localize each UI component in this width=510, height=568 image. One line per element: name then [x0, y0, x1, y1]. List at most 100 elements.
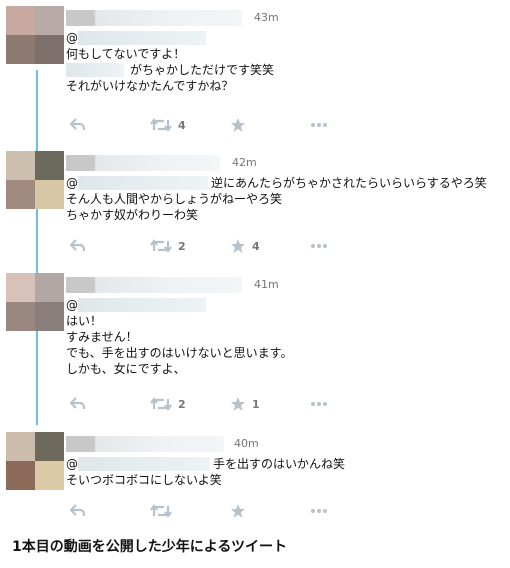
tweet-line: ちゃかす奴がわりーわ笑	[66, 208, 199, 222]
favorite-button[interactable]: 1	[230, 395, 260, 413]
more-button[interactable]	[310, 237, 328, 255]
avatar[interactable]	[6, 273, 64, 331]
reply-icon	[70, 118, 86, 131]
mention-line-with-text: @ 逆にあんたらがちゃかされたらいらいらするやろ笑	[66, 175, 487, 191]
avatar-tile	[6, 35, 35, 64]
tweet-actions: 4	[70, 116, 370, 134]
avatar-tile	[35, 302, 64, 331]
avatar-tile	[6, 6, 35, 35]
avatar-tile	[6, 302, 35, 331]
tweet-line: すみません！	[66, 330, 138, 344]
avatar-tile	[35, 273, 64, 302]
tweet-line: しかも、女にですよ、	[66, 362, 186, 376]
favorite-button[interactable]	[230, 116, 252, 134]
tweet-line: 何もしてないですよ！	[66, 47, 186, 61]
tweet-timestamp[interactable]: 42m	[232, 156, 257, 169]
tweet-line: そん人も人間やからしょうがねーやろ笑	[66, 192, 283, 206]
more-button[interactable]	[310, 395, 328, 413]
avatar-tile	[35, 461, 64, 490]
avatar[interactable]	[6, 151, 64, 209]
reply-button[interactable]	[70, 237, 86, 255]
tweet-line: でも、手を出すのはいけないと思います。	[66, 346, 293, 360]
reply-icon	[70, 239, 86, 252]
tweet-line-with-redaction: がちゃかしただけです笑笑	[66, 62, 274, 78]
reply-button[interactable]	[70, 116, 86, 134]
mention-at: @	[66, 31, 78, 45]
mention-at[interactable]: @	[66, 457, 78, 471]
mention-line[interactable]: @	[66, 30, 274, 46]
tweet-actions: 2 4	[70, 237, 370, 255]
tweet-header: 41m	[66, 277, 366, 295]
more-dots-icon	[311, 123, 327, 127]
user-name-redacted[interactable]	[66, 155, 220, 171]
tweet-text: @ 何もしてないですよ！ がちゃかしただけです笑笑 それがいけなかたんですかね？	[66, 30, 274, 94]
tweet-line: そいつボコボコにしないよ笑	[66, 473, 222, 487]
tweet-line: はい！	[66, 314, 103, 328]
more-button[interactable]	[310, 116, 328, 134]
favorite-button[interactable]	[230, 502, 246, 520]
tweet-text: @ 手を出すのはいかんね笑 そいつボコボコにしないよ笑	[66, 456, 345, 488]
tweet-line: それがいけなかたんですかね？	[66, 79, 234, 93]
name-redacted	[66, 63, 124, 77]
tweet-2: 42m @ 逆にあんたらがちゃかされたらいらいらするやろ笑 そん人も人間やからしょ…	[0, 151, 510, 261]
retweet-icon	[150, 397, 172, 411]
mention-line-with-text: @ 手を出すのはいかんね笑	[66, 456, 345, 472]
image-caption: 1本目の動画を公開した少年によるツイート	[12, 539, 288, 555]
avatar-tile	[6, 432, 35, 461]
user-name-redacted[interactable]	[66, 277, 242, 293]
retweet-button[interactable]: 2	[150, 237, 186, 255]
favorite-count: 1	[252, 397, 260, 411]
reply-button[interactable]	[70, 395, 86, 413]
favorite-button[interactable]: 4	[230, 237, 260, 255]
tweet-timestamp[interactable]: 40m	[234, 437, 259, 450]
tweet-line-text: 手を出すのはいかんね笑	[213, 457, 346, 471]
tweet-header: 43m	[66, 10, 366, 28]
avatar-tile	[6, 151, 35, 180]
tweet-timestamp[interactable]: 43m	[254, 11, 279, 24]
star-icon	[231, 239, 245, 253]
retweet-button[interactable]: 4	[150, 116, 186, 134]
retweet-icon	[150, 118, 172, 132]
retweet-icon	[150, 504, 172, 518]
tweet-3: 41m @ はい！ すみません！ でも、手を出すのはいけないと思います。 しかも…	[0, 273, 510, 418]
reply-icon	[70, 504, 86, 517]
retweet-button[interactable]	[150, 502, 172, 520]
more-dots-icon	[311, 509, 327, 513]
reply-icon	[70, 397, 86, 410]
more-dots-icon	[311, 402, 327, 406]
avatar-tile	[35, 432, 64, 461]
retweet-icon	[150, 239, 172, 253]
favorite-count: 4	[252, 239, 260, 253]
more-button[interactable]	[310, 502, 328, 520]
user-name-redacted[interactable]	[66, 10, 242, 26]
tweet-1: 43m @ 何もしてないですよ！ がちゃかしただけです笑笑 それがいけなかたんで…	[0, 6, 510, 136]
reply-button[interactable]	[70, 502, 86, 520]
avatar-tile	[6, 273, 35, 302]
tweet-timestamp[interactable]: 41m	[254, 278, 279, 291]
star-icon	[231, 504, 245, 518]
mention-at: @	[66, 298, 78, 312]
user-name-redacted[interactable]	[66, 436, 224, 452]
tweet-4: 40m @ 手を出すのはいかんね笑 そいつボコボコにしないよ笑	[0, 432, 510, 522]
tweet-line-text: がちゃかしただけです笑笑	[130, 63, 275, 77]
tweet-actions	[70, 502, 370, 520]
avatar-tile	[35, 180, 64, 209]
mention-redacted	[78, 31, 206, 45]
star-icon	[231, 397, 245, 411]
retweet-count: 2	[178, 239, 186, 253]
retweet-count: 4	[178, 118, 186, 132]
mention-redacted	[78, 176, 208, 190]
avatar[interactable]	[6, 6, 64, 64]
tweet-text: @ はい！ すみません！ でも、手を出すのはいけないと思います。 しかも、女にで…	[66, 297, 292, 377]
avatar-tile	[6, 180, 35, 209]
tweet-text: @ 逆にあんたらがちゃかされたらいらいらするやろ笑 そん人も人間やからしょうがねー…	[66, 175, 487, 223]
retweet-count: 2	[178, 397, 186, 411]
avatar-tile	[35, 6, 64, 35]
avatar[interactable]	[6, 432, 64, 490]
mention-at[interactable]: @	[66, 176, 78, 190]
star-icon	[231, 118, 245, 132]
avatar-tile	[35, 151, 64, 180]
retweet-button[interactable]: 2	[150, 395, 186, 413]
mention-redacted	[78, 298, 206, 312]
mention-line[interactable]: @	[66, 297, 292, 313]
